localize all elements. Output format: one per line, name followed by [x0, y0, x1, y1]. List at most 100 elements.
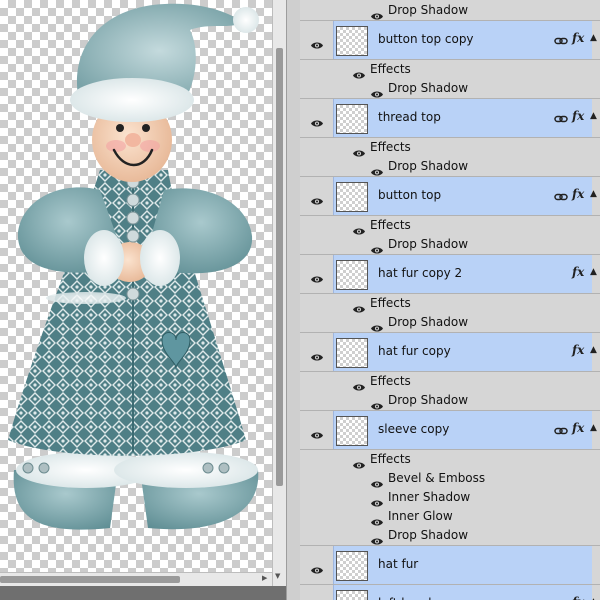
horizontal-scroll-thumb[interactable] [0, 576, 180, 583]
layer-row[interactable]: hat fur [300, 546, 600, 585]
canvas-area[interactable]: ▼ ▶ [0, 0, 286, 600]
chevron-up-icon[interactable]: ▲ [590, 33, 597, 43]
eye-icon[interactable] [310, 35, 324, 49]
effect-row[interactable]: Inner Shadow [300, 488, 600, 507]
fx-icon[interactable]: fx [572, 421, 584, 435]
eye-icon[interactable] [310, 191, 324, 205]
effect-row[interactable]: Drop Shadow [300, 1, 600, 21]
eye-icon[interactable] [310, 269, 324, 283]
layer-name[interactable]: hat fur [378, 557, 418, 571]
effect-row[interactable]: Drop Shadow [300, 391, 600, 411]
layer-visibility-toggle[interactable] [300, 585, 332, 600]
layer-selection-highlight[interactable] [333, 333, 592, 371]
eye-icon[interactable] [370, 240, 384, 254]
effect-row[interactable]: Drop Shadow [300, 526, 600, 546]
eye-icon[interactable] [310, 425, 324, 439]
fx-icon[interactable]: fx [572, 109, 584, 123]
eye-icon[interactable] [352, 455, 366, 469]
chevron-up-icon[interactable]: ▲ [590, 189, 597, 199]
layer-name[interactable]: button top copy [378, 32, 474, 46]
layer-visibility-toggle[interactable] [300, 99, 332, 137]
layer-thumbnail[interactable] [336, 182, 368, 212]
canvas-vertical-scrollbar[interactable]: ▼ [272, 0, 286, 586]
eye-icon[interactable] [352, 143, 366, 157]
eye-icon[interactable] [370, 396, 384, 410]
effects-group-row[interactable]: Effects [300, 450, 600, 469]
effects-group-row[interactable]: Effects [300, 216, 600, 235]
eye-icon[interactable] [310, 347, 324, 361]
layer-thumbnail[interactable] [336, 551, 368, 581]
scroll-right-arrow-icon[interactable]: ▶ [262, 574, 267, 582]
eye-icon[interactable] [370, 493, 384, 507]
effect-row[interactable]: Drop Shadow [300, 157, 600, 177]
effects-group-row[interactable]: Effects [300, 138, 600, 157]
eye-icon[interactable] [352, 221, 366, 235]
layer-thumbnail[interactable] [336, 416, 368, 446]
eye-icon[interactable] [370, 474, 384, 488]
effects-group-row[interactable]: Effects [300, 60, 600, 79]
layer-thumbnail[interactable] [336, 104, 368, 134]
fx-icon[interactable]: fx [572, 187, 584, 201]
chevron-up-icon[interactable]: ▲ [590, 267, 597, 277]
layer-selection-highlight[interactable] [333, 255, 592, 293]
layer-thumbnail[interactable] [336, 26, 368, 56]
layer-visibility-toggle[interactable] [300, 21, 332, 59]
effect-row[interactable]: Drop Shadow [300, 79, 600, 99]
vertical-scroll-thumb[interactable] [276, 48, 283, 486]
layer-visibility-toggle[interactable] [300, 546, 332, 584]
eye-icon[interactable] [370, 318, 384, 332]
link-icon[interactable] [554, 423, 568, 437]
layer-visibility-toggle[interactable] [300, 333, 332, 371]
layer-name[interactable]: thread top [378, 110, 441, 124]
eye-icon[interactable] [370, 162, 384, 176]
layer-visibility-toggle[interactable] [300, 177, 332, 215]
eye-icon[interactable] [310, 560, 324, 574]
eye-icon[interactable] [370, 512, 384, 526]
layer-name[interactable]: button top [378, 188, 441, 202]
effect-row[interactable]: Inner Glow [300, 507, 600, 526]
canvas-horizontal-scrollbar[interactable]: ▶ [0, 572, 272, 586]
layer-row[interactable]: sleeve copy fx ▲ [300, 411, 600, 450]
layer-thumbnail[interactable] [336, 260, 368, 290]
link-icon[interactable] [554, 189, 568, 203]
eye-icon[interactable] [370, 84, 384, 98]
scroll-down-arrow-icon[interactable]: ▼ [275, 572, 280, 580]
panel-divider[interactable] [286, 0, 300, 600]
fx-icon[interactable]: fx [572, 595, 584, 600]
layer-row[interactable]: hat fur copy fx ▲ [300, 333, 600, 372]
eye-icon[interactable] [352, 65, 366, 79]
chevron-up-icon[interactable]: ▲ [590, 423, 597, 433]
layer-selection-highlight[interactable] [333, 546, 592, 584]
chevron-up-icon[interactable]: ▲ [590, 345, 597, 355]
layer-name[interactable]: left hand [378, 596, 431, 600]
effect-row[interactable]: Drop Shadow [300, 313, 600, 333]
effects-group-row[interactable]: Effects [300, 372, 600, 391]
eye-icon[interactable] [352, 377, 366, 391]
eye-icon[interactable] [352, 299, 366, 313]
chevron-up-icon[interactable]: ▲ [590, 111, 597, 121]
eye-icon[interactable] [370, 531, 384, 545]
layer-thumbnail[interactable] [336, 590, 368, 600]
link-icon[interactable] [554, 33, 568, 47]
layer-visibility-toggle[interactable] [300, 411, 332, 449]
fx-icon[interactable]: fx [572, 343, 584, 357]
layer-name[interactable]: sleeve copy [378, 422, 449, 436]
fx-icon[interactable]: fx [572, 265, 584, 279]
layer-row[interactable]: thread top fx ▲ [300, 99, 600, 138]
layer-row[interactable]: left handfx▲ [300, 585, 600, 600]
layer-name[interactable]: hat fur copy 2 [378, 266, 462, 280]
eye-icon[interactable] [370, 6, 384, 20]
layer-row[interactable]: hat fur copy 2 fx ▲ [300, 255, 600, 294]
effect-row[interactable]: Bevel & Emboss [300, 469, 600, 488]
fx-icon[interactable]: fx [572, 31, 584, 45]
layer-name[interactable]: hat fur copy [378, 344, 451, 358]
layer-thumbnail[interactable] [336, 338, 368, 368]
layer-row[interactable]: button top copy fx ▲ [300, 21, 600, 60]
link-icon[interactable] [554, 111, 568, 125]
layer-row[interactable]: button top fx ▲ [300, 177, 600, 216]
layer-visibility-toggle[interactable] [300, 255, 332, 293]
eye-icon[interactable] [310, 113, 324, 127]
effect-row[interactable]: Drop Shadow [300, 235, 600, 255]
effects-group-row[interactable]: Effects [300, 294, 600, 313]
document-canvas[interactable] [0, 0, 272, 572]
